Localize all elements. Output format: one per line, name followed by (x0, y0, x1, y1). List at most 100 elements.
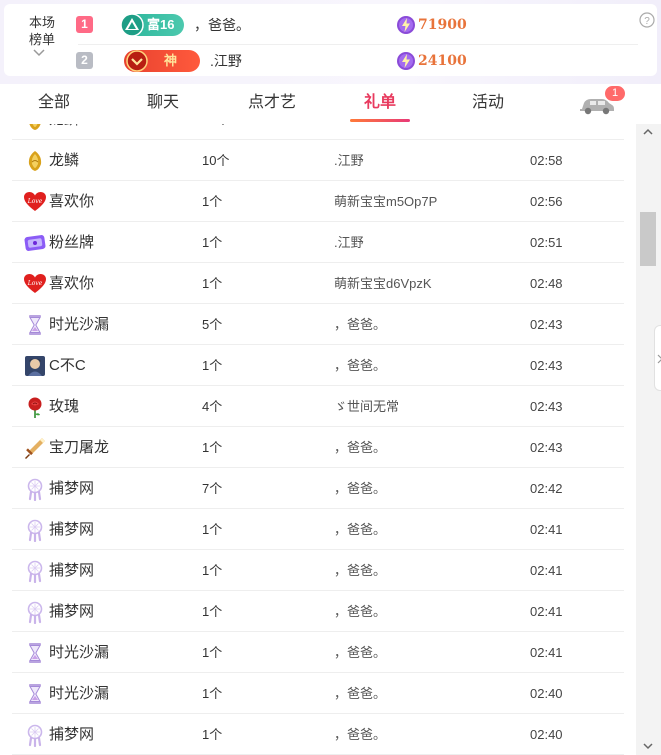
gift-sender: ，爸爸。 (334, 686, 387, 701)
gift-row: 龙鳞 10个 .江野 02:58 (12, 140, 624, 181)
gift-time: 02:43 (530, 399, 563, 414)
gift-count: 1个 (202, 727, 223, 742)
hourglass-icon (23, 313, 47, 337)
gift-list-viewport[interactable]: 龙鳞10个龙鳞10个.江野02:58Love喜欢你1个萌新宝宝m5Op7P02:… (0, 124, 636, 755)
gift-row: Love 喜欢你 1个 萌新宝宝d6VpzK 02:48 (12, 263, 624, 304)
gift-name: 捕梦网 (49, 726, 95, 743)
gift-sender: ，爸爸。 (334, 481, 387, 496)
tab-chat[interactable]: 聊天 (147, 93, 179, 113)
gift-count: 1个 (202, 522, 223, 537)
rose-icon (23, 395, 47, 419)
gift-count: 1个 (202, 604, 223, 619)
gift-name: 捕梦网 (49, 480, 95, 497)
svg-text:?: ? (644, 16, 650, 27)
gift-sender: ，爸爸。 (334, 604, 387, 619)
rank-score: 24100 (418, 53, 467, 69)
gift-sender: ，爸爸。 (334, 645, 387, 660)
gift-count: 10个 (202, 124, 229, 128)
gift-name: 时光沙漏 (49, 685, 110, 702)
gift-row: 捕梦网 1个 ，爸爸。 02:41 (12, 550, 624, 591)
gift-count: 1个 (202, 563, 223, 578)
rank-username: .江野 (210, 53, 242, 69)
gift-time: 02:40 (530, 686, 563, 701)
gift-row: Love 喜欢你 1个 萌新宝宝m5Op7P 02:56 (12, 181, 624, 222)
gift-count: 5个 (202, 317, 223, 332)
gift-count: 1个 (202, 645, 223, 660)
gift-time: 02:58 (530, 153, 563, 168)
gift-count: 1个 (202, 358, 223, 373)
scroll-up-arrow-icon[interactable] (643, 128, 653, 136)
active-tab-indicator (350, 119, 410, 122)
gift-count: 7个 (202, 481, 223, 496)
gift-time: 02:51 (530, 235, 563, 250)
ranking-row-1[interactable]: 1 富16 ，爸爸。 71900 (4, 13, 634, 37)
badge-label: 富16 (147, 17, 175, 32)
gift-row: 玫瑰 4个 ゞ世间无常 02:43 (12, 386, 624, 427)
dreamcatcher-icon (23, 723, 47, 748)
gift-time: 02:43 (530, 317, 563, 332)
gift-time: 02:41 (530, 604, 563, 619)
gift-count: 10个 (202, 153, 230, 168)
tab-activity[interactable]: 活动 (472, 93, 504, 113)
gift-row: 时光沙漏 5个 ，爸爸。 02:43 (12, 304, 624, 345)
dreamcatcher-icon (23, 477, 47, 502)
gift-sender: .江野 (334, 235, 364, 250)
gift-name: 龙鳞 (49, 124, 79, 129)
gift-name: 捕梦网 (49, 603, 95, 620)
gift-name: 喜欢你 (49, 193, 95, 210)
gift-sender: ，爸爸。 (334, 727, 387, 742)
avatar-card-icon (23, 354, 47, 378)
svg-text:Love: Love (27, 198, 43, 205)
tab-all[interactable]: 全部 (38, 93, 70, 113)
gift-row: 捕梦网 1个 ，爸爸。 02:40 (12, 714, 624, 755)
gift-sender: 萌新宝宝m5Op7P (334, 194, 438, 209)
scrollbar-thumb[interactable] (640, 212, 656, 266)
gift-name: 喜欢你 (49, 275, 95, 292)
ranking-row-2[interactable]: 2 神 .江野 24100 (4, 49, 634, 73)
rank-score: 71900 (418, 17, 467, 33)
gift-row: 时光沙漏 1个 ，爸爸。 02:41 (12, 632, 624, 673)
gift-count: 4个 (202, 399, 223, 414)
svg-text:Love: Love (27, 280, 43, 287)
badge-label: 神 (164, 53, 178, 68)
gift-sender: ，爸爸。 (334, 358, 387, 373)
tab-talent[interactable]: 点才艺 (248, 93, 296, 113)
fan-badge-icon (23, 231, 47, 255)
gift-count: 1个 (202, 276, 223, 291)
gift-time: 02:42 (530, 481, 563, 496)
gift-count: 1个 (202, 440, 223, 455)
dreamcatcher-icon (23, 518, 47, 543)
gift-sender: ，爸爸。 (334, 563, 387, 578)
ranking-panel: 本场 榜单 ? 1 富16 ，爸爸。 71900 2 神 .江野 24100 (0, 0, 661, 84)
help-icon[interactable]: ? (639, 12, 655, 28)
gift-sender: ，爸爸。 (334, 522, 387, 537)
gift-sender: .江野 (334, 153, 364, 168)
dreamcatcher-icon (23, 600, 47, 625)
lightning-coin-icon (397, 52, 415, 70)
love-heart-icon: Love (23, 272, 47, 296)
tab-gift-list[interactable]: 礼单 (364, 93, 396, 113)
gift-count: 1个 (202, 686, 223, 701)
noble-badge: 神 (124, 50, 200, 72)
gift-name: 捕梦网 (49, 521, 95, 538)
scroll-down-arrow-icon[interactable] (643, 742, 653, 750)
notification-badge: 1 (605, 86, 625, 101)
lightning-coin-icon (397, 16, 415, 34)
gift-time: 02:48 (530, 276, 563, 291)
gift-name: 时光沙漏 (49, 644, 110, 661)
gift-list: 龙鳞10个龙鳞10个.江野02:58Love喜欢你1个萌新宝宝m5Op7P02:… (0, 124, 636, 755)
rank-number: 1 (76, 16, 93, 33)
side-panel-handle[interactable] (654, 325, 661, 391)
gift-sender: 萌新宝宝d6VpzK (334, 276, 432, 291)
gift-name: 龙鳞 (49, 152, 80, 169)
ranking-card: 本场 榜单 ? 1 富16 ，爸爸。 71900 2 神 .江野 24100 (4, 4, 657, 76)
gift-name: 捕梦网 (49, 562, 95, 579)
gift-name: C不C (49, 357, 86, 374)
gift-row: 粉丝牌 1个 .江野 02:51 (12, 222, 624, 263)
wealth-level-icon (120, 13, 144, 37)
gift-time: 02:41 (530, 522, 563, 537)
gift-sender: ，爸爸。 (334, 440, 387, 455)
gift-count: 1个 (202, 235, 223, 250)
gift-time: 02:56 (530, 194, 563, 209)
gift-row: 龙鳞 10个 (12, 124, 624, 140)
